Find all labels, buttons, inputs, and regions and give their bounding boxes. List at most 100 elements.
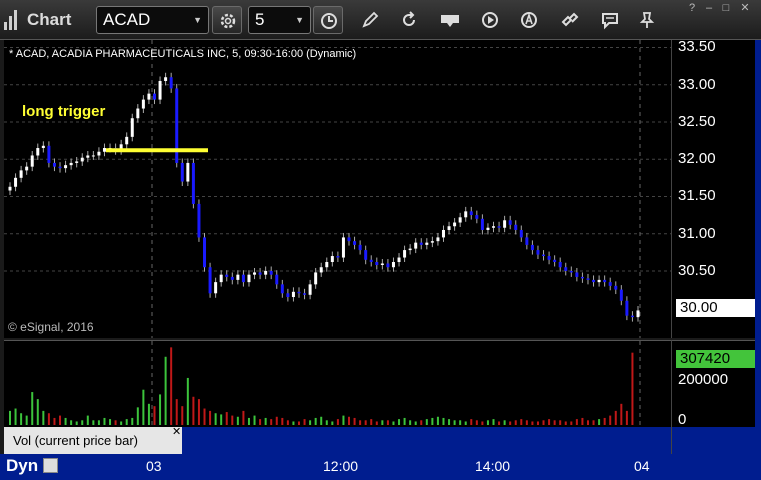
volume-bar [197, 399, 200, 425]
candle [36, 148, 40, 156]
volume-bar [570, 421, 573, 425]
volume-bar [375, 421, 378, 425]
price-axis[interactable]: 33.50 33.00 32.50 32.00 31.50 31.00 30.50 30.00 [671, 38, 756, 338]
candle [441, 229, 445, 238]
chart-window: Chart ACAD ▼ 5 ▼ ? – □ ✕ long trigger * … [0, 0, 761, 480]
volume-pane[interactable] [4, 340, 671, 427]
symbol-input[interactable]: ACAD ▼ [96, 6, 209, 34]
candle [75, 161, 79, 163]
link-icon[interactable] [560, 10, 580, 30]
volume-chart[interactable] [4, 341, 671, 427]
close-study-icon[interactable]: ✕ [172, 425, 181, 438]
volume-bar [286, 420, 289, 425]
volume-bar [581, 417, 584, 425]
time-axis[interactable]: Dyn 03 12:00 14:00 04 [0, 454, 761, 480]
candle [336, 256, 340, 258]
volume-bar [264, 417, 267, 425]
price-tick: 32.50 [678, 112, 716, 130]
volume-bar [403, 417, 406, 425]
volume-bar [503, 420, 506, 425]
candle [219, 274, 223, 283]
candle [436, 237, 440, 242]
candle [614, 285, 618, 290]
window-edge [755, 40, 761, 480]
volume-bar [147, 403, 150, 425]
candle [102, 148, 106, 152]
volume-bar [253, 415, 256, 425]
candle [553, 259, 557, 263]
candle [430, 241, 434, 243]
volume-bar [75, 421, 78, 425]
volume-bar [386, 420, 389, 425]
pencil-icon[interactable] [360, 10, 380, 30]
price-pane[interactable]: long trigger * ACAD, ACADIA PHARMACEUTIC… [4, 40, 671, 338]
interval-input[interactable]: 5 ▼ [248, 6, 311, 34]
volume-bar [381, 420, 384, 425]
price-chart[interactable]: long trigger [4, 40, 671, 338]
lock-icon[interactable] [43, 458, 58, 473]
volume-bar [509, 421, 512, 425]
candle [386, 263, 390, 268]
volume-bar [609, 415, 612, 425]
candle [86, 155, 90, 158]
volume-bar [431, 417, 434, 425]
candle [58, 166, 62, 169]
chevron-down-icon[interactable]: ▼ [193, 7, 202, 33]
price-grid [4, 46, 671, 272]
candle [164, 77, 168, 81]
price-tick: 32.00 [678, 150, 716, 168]
volume-study-label[interactable]: Vol (current price bar) [4, 427, 182, 454]
candle [347, 237, 351, 242]
candle [330, 256, 334, 263]
comment-icon[interactable] [600, 10, 620, 30]
candle [469, 211, 473, 216]
copyright-label: © eSignal, 2016 [8, 320, 94, 334]
candle [80, 157, 84, 162]
candle [286, 293, 290, 298]
volume-bar [231, 415, 234, 425]
candle [247, 274, 251, 283]
candle [625, 300, 629, 316]
candle [158, 80, 162, 100]
chevron-down-icon[interactable]: ▼ [295, 7, 304, 33]
volume-bar [453, 420, 456, 425]
time-template-button[interactable] [313, 6, 343, 34]
candle [258, 272, 262, 275]
play-icon[interactable] [480, 10, 500, 30]
volume-tick: 0 [678, 411, 687, 428]
pin-icon[interactable] [637, 10, 657, 30]
volume-bar [220, 414, 223, 425]
candle [308, 284, 312, 295]
candle [269, 270, 273, 275]
settings-button[interactable] [212, 6, 242, 34]
candle [325, 262, 329, 268]
volume-bar [620, 403, 623, 425]
candle [630, 315, 634, 318]
minimize-button[interactable]: – [702, 2, 716, 15]
refresh-icon[interactable] [399, 10, 419, 30]
volume-bar [259, 419, 262, 425]
close-button[interactable]: ✕ [738, 2, 752, 15]
dynamic-label: Dyn [6, 456, 39, 475]
candle [319, 267, 323, 273]
volume-bar [564, 421, 567, 425]
candle [303, 293, 307, 295]
time-label: 14:00 [475, 458, 511, 474]
time-label: 12:00 [323, 458, 359, 474]
get-data-icon[interactable] [440, 10, 460, 30]
volume-bar [364, 420, 367, 425]
candle [180, 162, 184, 182]
candle [230, 276, 234, 280]
candle [69, 162, 73, 166]
help-button[interactable]: ? [685, 2, 699, 15]
alert-icon[interactable] [519, 10, 539, 30]
volume-bar [142, 389, 145, 425]
volume-bar [314, 417, 317, 425]
volume-axis[interactable]: 307420 200000 0 [671, 340, 756, 428]
maximize-button[interactable]: □ [719, 2, 733, 15]
time-label: 04 [634, 458, 650, 474]
candle [425, 242, 429, 245]
volume-bar [225, 412, 228, 425]
volume-bar [120, 421, 123, 425]
candle [453, 222, 457, 227]
